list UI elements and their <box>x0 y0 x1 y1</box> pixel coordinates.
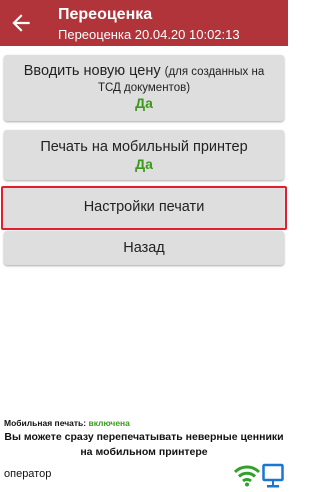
new-price-note-line2: ТСД документов) <box>97 82 191 94</box>
reprint-notice: Вы можете сразу перепечатывать неверные … <box>0 430 288 460</box>
mobile-print-label: Мобильная печать: <box>4 418 87 428</box>
back-label: Назад <box>123 240 165 256</box>
page-title: Переоценка <box>58 6 153 23</box>
print-settings-button[interactable]: Настройки печати <box>4 186 284 228</box>
new-price-label: Вводить новую цену <box>23 63 161 79</box>
user-name: оператор <box>4 468 52 480</box>
back-arrow-icon[interactable] <box>8 10 34 36</box>
monitor-icon <box>262 463 284 488</box>
notice-line-1: Вы можете сразу перепечатывать неверные … <box>4 431 284 443</box>
mobile-print-value: включена <box>88 418 130 428</box>
wifi-icon <box>234 465 260 487</box>
notice-line-2: на мобильном принтере <box>80 446 208 458</box>
mobile-printer-value: Да <box>135 156 153 172</box>
mobile-print-status: Мобильная печать: включена <box>4 418 130 428</box>
new-price-label-line: Вводить новую цену (для созданных на <box>4 55 284 81</box>
back-button[interactable]: Назад <box>4 231 284 265</box>
mobile-printer-button[interactable]: Печать на мобильный принтер Да <box>4 130 284 180</box>
new-price-note: (для созданных на <box>164 66 265 78</box>
new-price-button[interactable]: Вводить новую цену (для созданных на ТСД… <box>4 55 284 121</box>
new-price-value: Да <box>135 95 153 111</box>
print-settings-label: Настройки печати <box>83 199 205 215</box>
mobile-printer-label: Печать на мобильный принтер <box>40 139 248 155</box>
document-subtitle: Переоценка 20.04.20 10:02:13 <box>58 27 240 42</box>
app-bar: Переоценка Переоценка 20.04.20 10:02:13 <box>0 0 288 46</box>
